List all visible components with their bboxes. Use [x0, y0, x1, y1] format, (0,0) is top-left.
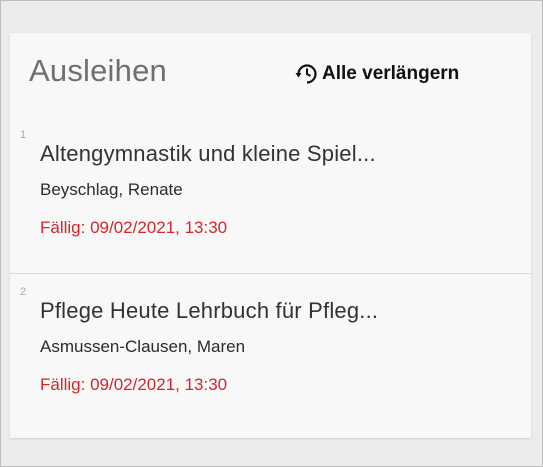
window-frame: Ausleihen Alle verlängern 1 Altengymnast…: [0, 0, 543, 467]
loan-index: 1: [20, 129, 27, 141]
loans-header: Ausleihen Alle verlängern: [10, 33, 531, 117]
loan-author: Asmussen-Clausen, Maren: [40, 337, 246, 356]
loan-due-date: Fällig: 09/02/2021, 13:30: [40, 218, 228, 237]
loan-item[interactable]: 1 Altengymnastik und kleine Spiel... Bey…: [10, 117, 531, 274]
renew-all-label: Alle verlängern: [322, 63, 460, 84]
loan-title[interactable]: Pflege Heute Lehrbuch für Pfleg...: [40, 298, 378, 324]
loan-author: Beyschlag, Renate: [40, 180, 183, 199]
loans-card: Ausleihen Alle verlängern 1 Altengymnast…: [10, 33, 531, 438]
loan-index: 2: [20, 286, 27, 298]
renew-all-button[interactable]: Alle verlängern: [294, 59, 459, 89]
loans-title: Ausleihen: [29, 53, 167, 88]
loan-title[interactable]: Altengymnastik und kleine Spiel...: [40, 141, 376, 167]
loan-due-date: Fällig: 09/02/2021, 13:30: [40, 375, 228, 394]
clock-renew-icon: [295, 64, 317, 84]
loan-item[interactable]: 2 Pflege Heute Lehrbuch für Pfleg... Asm…: [10, 274, 531, 438]
